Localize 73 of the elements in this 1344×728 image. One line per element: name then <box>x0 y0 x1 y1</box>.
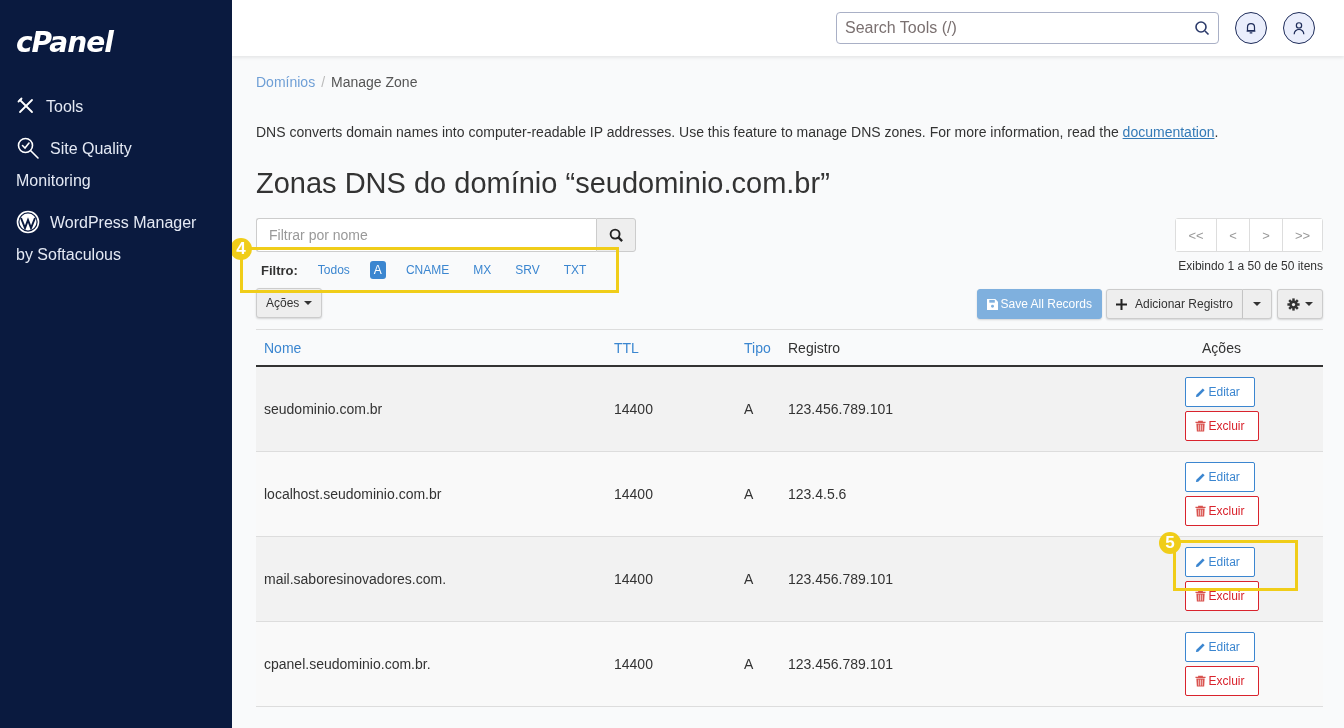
pagination-button[interactable]: >> <box>1282 219 1322 251</box>
annotation-badge: 5 <box>1159 532 1181 554</box>
filter-label: Filtro: <box>261 262 298 278</box>
floppy-icon <box>986 298 998 310</box>
table-cell: cpanel.seudominio.com.br. <box>256 621 606 707</box>
table-cell: 123.4.5.6 <box>780 451 1120 537</box>
breadcrumb-separator: / <box>321 74 326 90</box>
table-cell: 14400 <box>606 536 736 622</box>
search-button[interactable] <box>596 218 636 252</box>
trash-icon <box>1194 505 1206 517</box>
user-icon <box>1292 21 1306 35</box>
trash-icon <box>1194 420 1206 432</box>
table-cell: A <box>736 621 780 707</box>
wordpress-icon <box>16 209 40 234</box>
delete-button[interactable]: Excluir <box>1184 666 1259 696</box>
user-button[interactable] <box>1283 12 1315 44</box>
edit-button[interactable]: Editar <box>1184 632 1255 662</box>
sidebar-item[interactable]: WordPress Manager by Softaculous <box>16 207 201 271</box>
delete-button[interactable]: Excluir <box>1184 581 1259 611</box>
table-cell: mail.saboresinovadores.com. <box>256 536 606 622</box>
table-cell: 123.456.789.101 <box>780 366 1120 452</box>
filter-option[interactable]: CNAME <box>401 261 454 279</box>
pencil-icon <box>1194 471 1206 483</box>
search-icon <box>608 227 624 243</box>
sidebar-item[interactable]: Tools <box>16 91 201 123</box>
edit-button[interactable]: Editar <box>1184 377 1255 407</box>
filter-option[interactable]: TXT <box>559 261 591 279</box>
description: DNS converts domain names into computer-readable IP addresses. Use this feature to manage DNS zones. For more information, read the documentation. <box>256 124 1220 140</box>
table-cell: 123.456.789.101 <box>780 536 1120 622</box>
gear-icon <box>1287 297 1300 311</box>
filter-option[interactable]: SRV <box>511 261 544 279</box>
breadcrumb-link[interactable]: Domínios <box>256 74 316 90</box>
bell-icon <box>1244 21 1258 35</box>
pencil-icon <box>1194 556 1206 568</box>
search-icon <box>1194 20 1210 36</box>
filter-option[interactable]: Todos <box>313 261 354 279</box>
trash-icon <box>1194 590 1206 602</box>
table-cell: 14400 <box>606 366 736 452</box>
table-cell: A <box>736 536 780 622</box>
sidebar-item[interactable]: Site Quality Monitoring <box>16 133 201 197</box>
table-cell: 123.456.789.101 <box>780 621 1120 707</box>
notifications-button[interactable] <box>1235 12 1267 44</box>
plus-icon <box>1115 298 1127 310</box>
filter-option[interactable]: A <box>369 261 386 279</box>
trash-icon <box>1194 675 1206 687</box>
delete-button[interactable]: Excluir <box>1184 411 1259 441</box>
magnifier-check-icon <box>16 135 40 160</box>
caret-icon <box>304 301 313 305</box>
table-cell: A <box>736 451 780 537</box>
search-field[interactable]: Search Tools (/) <box>836 12 1219 44</box>
edit-button[interactable]: Editar <box>1184 547 1255 577</box>
add-options-button[interactable] <box>1243 289 1272 319</box>
settings-button[interactable] <box>1277 289 1323 319</box>
pagination-summary: Exibindo 1 a 50 de 50 itens <box>1178 259 1323 273</box>
page-heading: Zonas DNS do domínio “seudominio.com.br” <box>256 167 831 200</box>
caret-icon <box>1253 302 1261 306</box>
pencil-icon <box>1194 386 1206 398</box>
pencil-icon <box>1194 641 1206 653</box>
delete-button[interactable]: Excluir <box>1184 496 1259 526</box>
logo[interactable]: cPanel <box>16 26 216 59</box>
table-cell: seudominio.com.br <box>256 366 606 452</box>
tools-icon <box>16 95 36 116</box>
filter-option[interactable]: MX <box>469 261 496 279</box>
annotation-badge: 4 <box>232 238 252 260</box>
edit-button[interactable]: Editar <box>1184 462 1255 492</box>
caret-icon <box>1305 302 1313 306</box>
table-cell: 14400 <box>606 621 736 707</box>
add-record-button[interactable]: Adicionar Registro <box>1105 289 1243 319</box>
table-cell: 14400 <box>606 451 736 537</box>
table-cell: localhost.seudominio.com.br <box>256 451 606 537</box>
filter-field[interactable]: Filtrar por nome <box>256 218 596 252</box>
breadcrumb-current: Manage Zone <box>331 74 418 90</box>
table-cell: A <box>736 366 780 452</box>
